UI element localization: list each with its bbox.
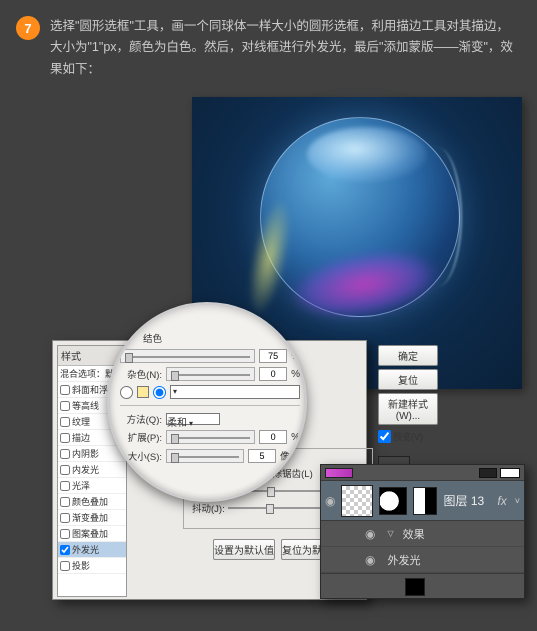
jitter-slider[interactable] — [228, 507, 324, 509]
layer-thumb-bottom — [405, 578, 425, 596]
visibility-icon[interactable]: ◉ — [365, 527, 375, 541]
pattern-overlay-checkbox[interactable] — [60, 529, 70, 539]
new-style-button[interactable]: 新建样式(W)... — [378, 393, 438, 425]
style-label: 等高线 — [72, 399, 99, 412]
size-slider[interactable] — [166, 449, 244, 463]
method-label: 方法(Q): — [120, 412, 162, 426]
opacity-slider[interactable] — [120, 349, 255, 363]
cancel-button[interactable]: 复位 — [378, 369, 438, 390]
layers-panel: ◉ 图层 13 fx ˅ ◉ ▽ 效果 ◉ 外发光 — [320, 464, 525, 599]
style-row[interactable]: 内阴影 — [58, 446, 126, 462]
sphere-edge — [412, 147, 462, 287]
texture-checkbox[interactable] — [60, 417, 70, 427]
layer-mask-1[interactable] — [379, 487, 407, 515]
dropshadow-checkbox[interactable] — [60, 561, 70, 571]
size-input[interactable] — [248, 449, 276, 463]
style-label: 光泽 — [72, 479, 90, 492]
fx-chevron-icon[interactable]: ˅ — [515, 496, 520, 506]
layers-toprow — [321, 465, 524, 481]
satin-checkbox[interactable] — [60, 481, 70, 491]
style-label: 内发光 — [72, 463, 99, 476]
style-label: 纹理 — [72, 415, 90, 428]
pct-label: % — [291, 369, 300, 380]
innerglow-checkbox[interactable] — [60, 465, 70, 475]
gradient-picker[interactable] — [170, 385, 300, 399]
method-dropdown[interactable]: 柔和 — [166, 413, 220, 425]
layer-row[interactable]: ◉ 图层 13 fx ˅ — [321, 481, 524, 521]
style-label: 外发光 — [72, 543, 99, 556]
preview-label: 预览(V) — [393, 430, 423, 443]
thumb-black — [479, 468, 497, 478]
preview-checkbox[interactable] — [378, 430, 391, 443]
noise-label: 杂色(N): — [120, 367, 162, 381]
style-label: 颜色叠加 — [72, 495, 108, 508]
gradient-radio[interactable] — [153, 386, 166, 399]
triangle-icon: ▽ — [387, 529, 393, 538]
outerglow-label: 外发光 — [387, 552, 420, 568]
style-row[interactable]: 图案叠加 — [58, 526, 126, 542]
style-label: 投影 — [72, 559, 90, 572]
style-row-outerglow[interactable]: 外发光 — [58, 542, 126, 558]
thumb-white — [500, 468, 520, 478]
visibility-icon[interactable]: ◉ — [325, 494, 335, 508]
style-row[interactable]: 光泽 — [58, 478, 126, 494]
fx-badge[interactable]: fx — [497, 494, 506, 508]
instruction-text: 选择"圆形选框"工具，画一个同球体一样大小的圆形选框，利用描边工具对其描边，大小… — [50, 16, 520, 80]
size-label: 大小(S): — [120, 449, 162, 463]
ok-button[interactable]: 确定 — [378, 345, 438, 366]
outerglow-checkbox[interactable] — [60, 545, 70, 555]
effects-label: 效果 — [403, 526, 425, 542]
jitter-label: 抖动(J): — [192, 501, 225, 515]
set-default-button[interactable]: 设置为默认值 — [213, 539, 275, 560]
gradient-overlay-checkbox[interactable] — [60, 513, 70, 523]
sphere-highlight — [307, 127, 427, 182]
step-badge: 7 — [16, 16, 40, 40]
innershadow-checkbox[interactable] — [60, 449, 70, 459]
style-row[interactable]: 投影 — [58, 558, 126, 574]
style-row[interactable]: 渐变叠加 — [58, 510, 126, 526]
spread-input[interactable] — [259, 430, 287, 444]
layer-mask-2[interactable] — [413, 487, 437, 515]
stroke-checkbox[interactable] — [60, 433, 70, 443]
layer-name[interactable]: 图层 13 — [443, 492, 491, 509]
noise-input[interactable] — [259, 367, 287, 381]
thumb-magenta — [325, 468, 353, 478]
style-row[interactable]: 颜色叠加 — [58, 494, 126, 510]
magnifier: 结色 % 杂色(N): % 方法(Q): 柔和 扩展(P): % — [107, 302, 307, 502]
opacity-input[interactable] — [259, 349, 287, 363]
color-overlay-checkbox[interactable] — [60, 497, 70, 507]
color-radio[interactable] — [120, 386, 133, 399]
layers-bot — [321, 573, 524, 599]
contour-checkbox[interactable] — [60, 401, 70, 411]
pct-label: % — [291, 351, 300, 362]
style-label: 内阴影 — [72, 447, 99, 460]
noise-slider[interactable] — [166, 367, 255, 381]
spread-label: 扩展(P): — [120, 430, 162, 444]
color-swatch[interactable] — [137, 386, 149, 398]
layer-thumbnail[interactable] — [341, 485, 373, 517]
style-label: 图案叠加 — [72, 527, 108, 540]
style-label: 描边 — [72, 431, 90, 444]
effects-row[interactable]: ◉ ▽ 效果 — [321, 521, 524, 547]
style-label: 渐变叠加 — [72, 511, 108, 524]
px-label: 像素 — [280, 448, 300, 463]
style-row[interactable]: 内发光 — [58, 462, 126, 478]
spread-slider[interactable] — [166, 430, 255, 444]
outerglow-effect-row[interactable]: ◉ 外发光 — [321, 547, 524, 573]
structure-label: 结色 — [120, 331, 162, 345]
bevel-checkbox[interactable] — [60, 385, 70, 395]
pct-label: % — [291, 432, 300, 443]
visibility-icon[interactable]: ◉ — [365, 553, 375, 567]
